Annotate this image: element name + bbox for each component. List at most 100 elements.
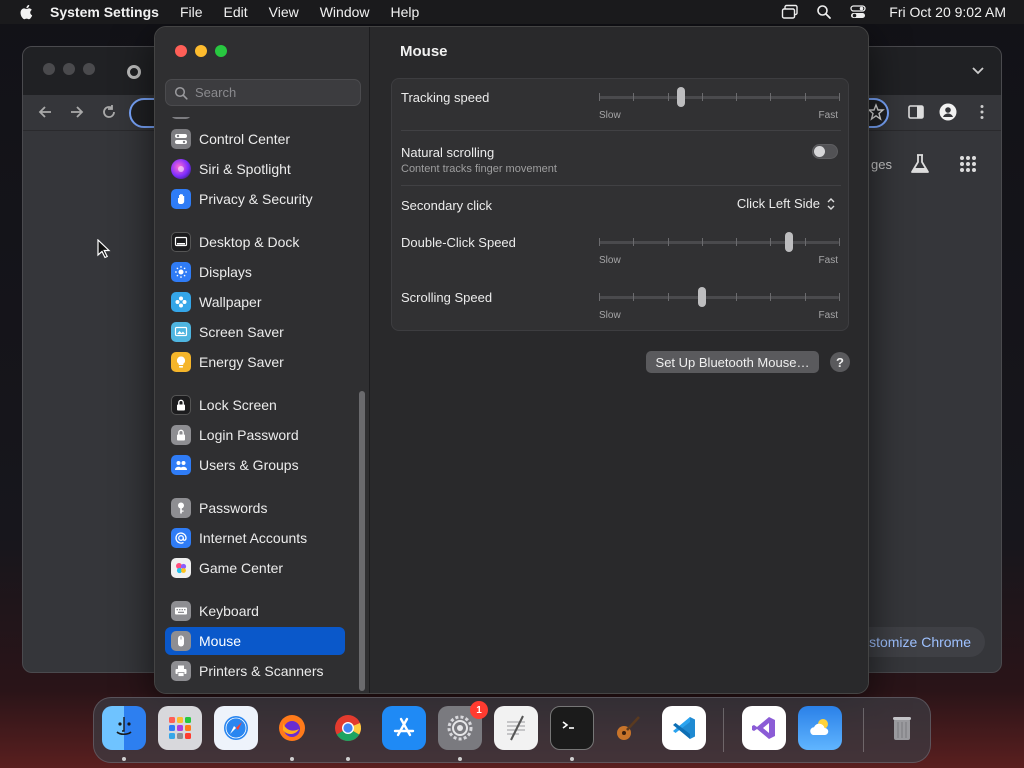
slider-tick xyxy=(633,293,634,301)
dock-icon xyxy=(171,232,191,252)
flower-icon xyxy=(171,292,191,312)
double-click-speed-slider-knob[interactable] xyxy=(785,232,793,252)
set-up-bluetooth-mouse-button[interactable]: Set Up Bluetooth Mouse… xyxy=(646,351,819,373)
scrolling-speed-min-label: Slow xyxy=(599,310,621,321)
sidebar-item-passwords[interactable]: Passwords xyxy=(165,494,345,522)
double-click-speed-slider[interactable] xyxy=(599,232,840,252)
finder-icon[interactable] xyxy=(102,706,146,750)
side-panel-icon[interactable] xyxy=(907,103,925,121)
forward-arrow-icon[interactable] xyxy=(67,103,87,121)
guitar-icon[interactable] xyxy=(606,706,650,750)
chrome-menu-icon[interactable] xyxy=(973,103,991,121)
slider-tick xyxy=(805,293,806,301)
slider-tick xyxy=(805,93,806,101)
menu-edit[interactable]: Edit xyxy=(224,4,248,20)
slider-tick xyxy=(633,238,634,246)
sidebar-item-label: Passwords xyxy=(199,500,268,516)
slider-tick xyxy=(668,293,669,301)
trash-icon[interactable] xyxy=(880,706,924,750)
chrome-images-link[interactable]: ges xyxy=(871,157,892,172)
sidebar-scrollbar[interactable] xyxy=(359,391,365,691)
launchpad-icon[interactable] xyxy=(158,706,202,750)
vscode-icon[interactable] xyxy=(662,706,706,750)
natural-scrolling-label: Natural scrolling xyxy=(401,145,495,160)
page-title: Mouse xyxy=(400,43,448,60)
double-click-speed-max-label: Fast xyxy=(818,255,838,266)
sidebar-item-lock-screen[interactable]: Lock Screen xyxy=(165,391,345,419)
menu-file[interactable]: File xyxy=(180,4,203,20)
sidebar-item-wallpaper[interactable]: Wallpaper xyxy=(165,288,345,316)
terminal-icon[interactable] xyxy=(550,706,594,750)
menu-app-name[interactable]: System Settings xyxy=(50,4,159,20)
profile-avatar-icon[interactable] xyxy=(939,103,957,121)
slider-tick xyxy=(668,93,669,101)
search-input[interactable] xyxy=(195,85,355,100)
back-arrow-icon[interactable] xyxy=(35,103,55,121)
app-store-icon[interactable] xyxy=(382,706,426,750)
menubar-clock[interactable]: Fri Oct 20 9:02 AM xyxy=(889,4,1006,20)
hand-icon xyxy=(171,189,191,209)
scrolling-speed-slider-knob[interactable] xyxy=(698,287,706,307)
spotlight-search-icon[interactable] xyxy=(815,4,833,20)
sidebar-item-siri-spotlight[interactable]: Siri & Spotlight xyxy=(165,155,345,183)
sidebar-item-internet-accounts[interactable]: Internet Accounts xyxy=(165,524,345,552)
menu-help[interactable]: Help xyxy=(391,4,420,20)
control-center-icon[interactable] xyxy=(849,4,867,20)
google-apps-grid-icon[interactable] xyxy=(959,155,977,173)
zoom-window-button[interactable] xyxy=(215,45,227,57)
slider-tick xyxy=(702,93,703,101)
sidebar-item-printers-scanners[interactable]: Printers & Scanners xyxy=(165,657,345,685)
firefox-icon[interactable] xyxy=(270,706,314,750)
sun-icon xyxy=(171,262,191,282)
chrome-icon[interactable] xyxy=(326,706,370,750)
minimize-window-button[interactable] xyxy=(195,45,207,57)
tracking-speed-slider-knob[interactable] xyxy=(677,87,685,107)
screen-mirroring-icon[interactable] xyxy=(781,4,799,20)
sidebar-item-displays[interactable]: Displays xyxy=(165,258,345,286)
reload-icon[interactable] xyxy=(99,103,119,121)
settings-search[interactable] xyxy=(165,79,361,106)
textedit-icon[interactable] xyxy=(494,706,538,750)
sidebar-item-screen-saver[interactable]: Screen Saver xyxy=(165,318,345,346)
sidebar-item-privacy-security[interactable]: Privacy & Security xyxy=(165,185,345,213)
natural-scrolling-sublabel: Content tracks finger movement xyxy=(401,163,557,175)
sidebar-item-game-center[interactable]: Game Center xyxy=(165,554,345,582)
sidebar-item-label: Lock Screen xyxy=(199,397,277,413)
sidebar-item-control-center[interactable]: Control Center xyxy=(165,125,345,153)
help-button[interactable]: ? xyxy=(830,352,850,372)
bookmark-star-icon[interactable] xyxy=(867,103,885,121)
safari-icon[interactable] xyxy=(214,706,258,750)
menu-window[interactable]: Window xyxy=(320,4,370,20)
chrome-window-controls[interactable] xyxy=(43,63,95,75)
weather-icon[interactable] xyxy=(798,706,842,750)
sidebar-item-label: Internet Accounts xyxy=(199,530,308,546)
sidebar-item-label: Mouse xyxy=(199,633,242,649)
terminal-running-indicator xyxy=(570,757,574,761)
natural-scrolling-toggle[interactable] xyxy=(812,144,838,159)
sidebar-item-login-password[interactable]: Login Password xyxy=(165,421,345,449)
sidebar-item-label: Printers & Scanners xyxy=(199,663,324,679)
window-controls xyxy=(175,45,227,57)
close-window-button[interactable] xyxy=(175,45,187,57)
menu-view[interactable]: View xyxy=(269,4,299,20)
sidebar-item-desktop-dock[interactable]: Desktop & Dock xyxy=(165,228,345,256)
scrolling-speed-slider[interactable] xyxy=(599,287,840,307)
sidebar-item-mouse[interactable]: Mouse xyxy=(165,627,345,655)
slider-tick xyxy=(702,238,703,246)
tracking-speed-slider[interactable] xyxy=(599,87,840,107)
firefox-running-indicator xyxy=(290,757,294,761)
settings-badge: 1 xyxy=(470,701,488,719)
sidebar-item-keyboard[interactable]: Keyboard xyxy=(165,597,345,625)
sidebar-item-energy-saver[interactable]: Energy Saver xyxy=(165,348,345,376)
visual-studio-icon[interactable] xyxy=(742,706,786,750)
secondary-click-popup[interactable]: Click Left Side xyxy=(737,196,836,211)
labs-flask-icon[interactable] xyxy=(909,153,931,175)
settings-sidebar: Control Center Siri & Spotlight Privacy … xyxy=(155,27,370,693)
apple-icon[interactable] xyxy=(18,3,36,21)
chevron-down-icon[interactable] xyxy=(971,65,985,77)
settings-running-indicator xyxy=(458,757,462,761)
slider-tick xyxy=(839,293,840,301)
lock-icon xyxy=(171,395,191,415)
sidebar-item-users-groups[interactable]: Users & Groups xyxy=(165,451,345,479)
sidebar-item-label: Desktop & Dock xyxy=(199,234,300,250)
